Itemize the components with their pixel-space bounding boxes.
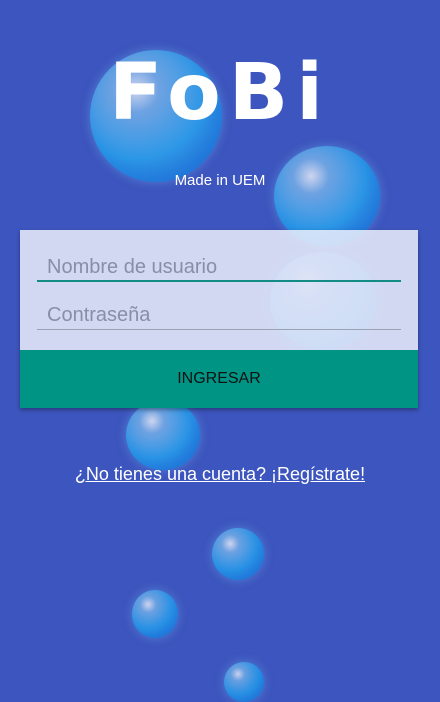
username-underline xyxy=(37,280,401,282)
password-field[interactable]: Contraseña xyxy=(37,300,401,330)
tagline: Made in UEM xyxy=(174,172,266,189)
username-placeholder: Nombre de usuario xyxy=(47,256,218,278)
login-card: Nombre de usuario Contraseña INGRESAR xyxy=(20,230,418,408)
register-link[interactable]: ¿No tienes una cuenta? ¡Regístrate! xyxy=(0,464,440,485)
login-fields-panel: Nombre de usuario Contraseña xyxy=(20,230,418,350)
password-underline xyxy=(37,329,401,330)
bubble-decoration xyxy=(224,662,264,702)
password-placeholder: Contraseña xyxy=(47,304,151,326)
bubble-decoration xyxy=(212,528,264,580)
bubble-decoration xyxy=(126,400,200,470)
app-logo: FoBi xyxy=(109,48,331,138)
bubble-decoration xyxy=(132,590,178,638)
login-button[interactable]: INGRESAR xyxy=(20,350,418,408)
username-field[interactable]: Nombre de usuario xyxy=(37,252,401,282)
